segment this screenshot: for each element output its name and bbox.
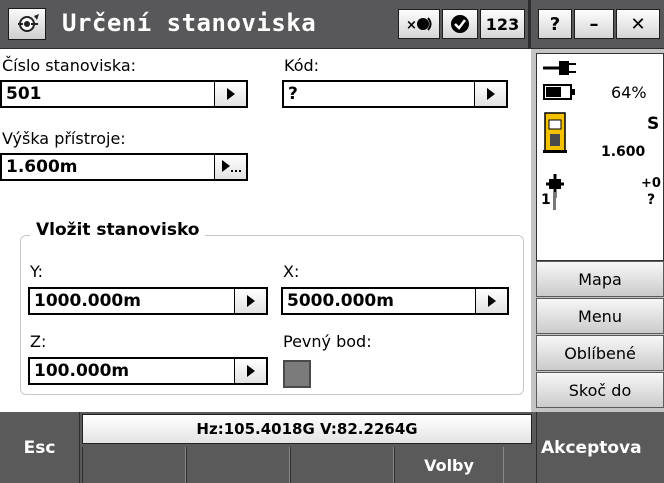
help-button[interactable]: ?: [538, 9, 572, 39]
close-button[interactable]: ✕: [616, 9, 660, 39]
arrow-right-icon[interactable]: [474, 82, 506, 106]
favorites-button[interactable]: Oblíbené: [536, 335, 664, 371]
battery-icon: [543, 84, 575, 100]
y-label: Y:: [30, 262, 44, 281]
total-station-icon: [543, 112, 567, 153]
options-button[interactable]: Volby: [394, 447, 504, 483]
x-value: 5000.000m: [287, 291, 394, 311]
y-coordinate-field[interactable]: 1000.000m: [28, 287, 268, 315]
instrument-code: S: [647, 114, 660, 134]
arrow-right-icon[interactable]: [234, 289, 266, 313]
map-button[interactable]: Mapa: [536, 261, 664, 297]
esc-button[interactable]: Esc: [0, 412, 80, 483]
target-number: 1: [541, 192, 551, 208]
x-label: X:: [283, 262, 300, 281]
minimize-button[interactable]: –: [574, 9, 614, 39]
instrument-height-readout: 1.600: [601, 144, 646, 160]
target-offset: +0: [641, 176, 661, 191]
instrument-height-value: 1.600m: [6, 157, 78, 177]
x-coordinate-field[interactable]: 5000.000m: [281, 287, 509, 315]
station-number-field[interactable]: 501: [0, 80, 248, 108]
code-field[interactable]: ?: [282, 80, 508, 108]
power-plug-icon: [543, 61, 576, 75]
target-value: ?: [647, 192, 656, 208]
svg-text:×: ×: [406, 18, 417, 33]
angle-readout: Hz:105.4018G V:82.2264G: [82, 414, 532, 444]
rod-icon: [553, 192, 556, 210]
y-value: 1000.000m: [34, 291, 141, 311]
group-title: Vložit stanovisko: [30, 220, 206, 240]
wireless-icon[interactable]: ×: [398, 9, 440, 39]
softkey-3[interactable]: [290, 447, 394, 483]
battery-percent: 64%: [611, 83, 647, 102]
z-coordinate-field[interactable]: 100.000m: [28, 357, 268, 385]
instrument-height-field[interactable]: 1.600m: [0, 153, 248, 181]
window-title: Určení stanoviska: [62, 9, 317, 37]
arrow-right-icon[interactable]: [214, 82, 246, 106]
input-mode-button[interactable]: 123: [480, 9, 525, 39]
instrument-icon[interactable]: [8, 8, 46, 40]
accept-button[interactable]: Akceptova: [536, 412, 664, 483]
arrow-right-icon[interactable]: [234, 359, 266, 383]
check-icon[interactable]: [442, 9, 478, 39]
z-label: Z:: [30, 332, 47, 351]
code-label: Kód:: [284, 56, 320, 75]
softkey-2[interactable]: [186, 447, 290, 483]
softkey-1[interactable]: [82, 447, 186, 483]
menu-button[interactable]: Menu: [536, 298, 664, 334]
goto-button[interactable]: Skoč do: [536, 372, 664, 408]
station-number-value: 501: [6, 84, 42, 104]
fixed-point-checkbox[interactable]: [283, 360, 311, 388]
fixed-point-label: Pevný bod:: [283, 332, 372, 351]
arrow-more-icon[interactable]: [214, 155, 246, 179]
status-panel[interactable]: 64% S 1.600 +0 1 ?: [536, 53, 664, 261]
z-value: 100.000m: [34, 361, 130, 381]
station-number-label: Číslo stanoviska:: [2, 56, 137, 75]
title-divider: [528, 0, 531, 49]
arrow-right-icon[interactable]: [475, 289, 507, 313]
instrument-height-label: Výška přístroje:: [2, 129, 126, 148]
code-value: ?: [288, 84, 298, 104]
